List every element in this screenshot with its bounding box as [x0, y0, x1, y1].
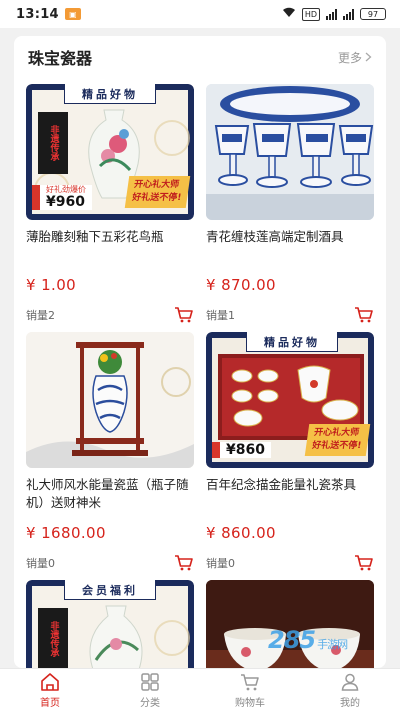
product-name[interactable]: 薄胎雕刻釉下五彩花鸟瓶	[26, 228, 194, 264]
product-image[interactable]: 精品好物 非遗传承 好礼劲爆价 ¥960 开心礼大师 好礼送不停!	[26, 84, 194, 220]
section-header: 珠宝瓷器 更多	[14, 36, 386, 78]
jewelry-porcelain-section: 珠宝瓷器 更多 精品好物 非遗传承 好礼劲爆价 ¥960 开心礼大师 好礼送不停…	[14, 36, 386, 668]
product-sales: 销量2	[26, 309, 55, 322]
category-icon	[141, 673, 159, 691]
nav-cart[interactable]: 购物车	[215, 671, 285, 709]
hd-badge: HD	[301, 7, 320, 21]
nav-category[interactable]: 分类	[115, 671, 185, 709]
product-sales: 销量0	[206, 557, 235, 570]
product-card[interactable]: 青花缠枝莲高端定制酒具 ¥ 870.00 销量1	[206, 84, 374, 324]
chevron-right-icon	[365, 52, 372, 62]
add-to-cart-icon[interactable]	[174, 554, 194, 572]
product-card[interactable]	[206, 580, 374, 668]
poster-price: 好礼劲爆价 ¥960	[32, 185, 92, 210]
poster-banner: 精品好物	[64, 84, 156, 104]
poster-slogan: 开心礼大师 好礼送不停!	[124, 176, 191, 208]
product-name[interactable]: 礼大师风水能量瓷蓝（瓶子随机）送财神米	[26, 476, 194, 512]
battery-indicator: 97	[360, 8, 386, 20]
home-icon	[41, 673, 59, 691]
product-grid: 精品好物 非遗传承 好礼劲爆价 ¥960 开心礼大师 好礼送不停! 薄胎雕刻釉下…	[14, 78, 386, 668]
nav-mine[interactable]: 我的	[315, 671, 385, 709]
product-name[interactable]: 青花缠枝莲高端定制酒具	[206, 228, 374, 264]
add-to-cart-icon[interactable]	[354, 554, 374, 572]
watermark-logo: 285 手游网	[268, 626, 348, 654]
product-image[interactable]: 精品好物 ¥860 开心礼大师 好礼送不停!	[206, 332, 374, 468]
tea-cups-illustration	[206, 580, 374, 668]
product-image[interactable]	[206, 580, 374, 668]
wifi-icon	[282, 7, 296, 22]
product-price: ¥ 860.00	[206, 524, 276, 542]
poster-banner: 会员福利	[64, 580, 156, 600]
signal-icon	[326, 8, 337, 20]
user-icon	[341, 673, 359, 691]
bottom-nav: 首页 分类 购物车 我的	[0, 668, 400, 711]
status-bar: 13:14 ▣ HD 97	[0, 0, 400, 28]
nav-home[interactable]: 首页	[15, 671, 85, 709]
section-title: 珠宝瓷器	[28, 49, 93, 68]
more-label: 更多	[337, 50, 362, 65]
product-image[interactable]: 会员福利 非遗传承	[26, 580, 194, 668]
product-sales: 销量0	[26, 557, 55, 570]
add-to-cart-icon[interactable]	[354, 306, 374, 324]
add-to-cart-icon[interactable]	[174, 306, 194, 324]
nav-label: 分类	[140, 698, 160, 709]
vase-illustration	[89, 605, 143, 668]
product-sales: 销量1	[206, 309, 235, 322]
cart-icon	[241, 674, 259, 691]
product-image[interactable]	[206, 84, 374, 220]
product-price: ¥ 1.00	[26, 276, 77, 294]
product-image[interactable]	[26, 332, 194, 468]
product-name[interactable]: 百年纪念描金能量礼瓷茶具	[206, 476, 374, 512]
stand-vase-illustration	[26, 332, 194, 468]
signal-icon-2	[343, 8, 354, 20]
nav-label: 我的	[340, 698, 360, 709]
poster-vertical-text: 非遗传承	[38, 608, 68, 668]
more-link[interactable]: 更多	[338, 49, 372, 66]
product-price: ¥ 870.00	[206, 276, 276, 294]
product-card[interactable]: 会员福利 非遗传承	[26, 580, 194, 668]
status-time: 13:14	[16, 6, 59, 22]
product-card[interactable]: 精品好物 非遗传承 好礼劲爆价 ¥960 开心礼大师 好礼送不停! 薄胎雕刻釉下…	[26, 84, 194, 324]
poster-vertical-text: 非遗传承	[38, 112, 68, 174]
cloud-ornament-icon	[154, 120, 190, 156]
product-card[interactable]: 礼大师风水能量瓷蓝（瓶子随机）送财神米 ¥ 1680.00 销量0	[26, 332, 194, 572]
poster-slogan: 开心礼大师 好礼送不停!	[304, 424, 371, 456]
wine-set-illustration	[206, 84, 374, 220]
nav-label: 首页	[40, 698, 60, 709]
poster-price: ¥860	[212, 442, 271, 458]
product-card[interactable]: 精品好物 ¥860 开心礼大师 好礼送不停! 百年纪念描金能量礼瓷茶具 ¥ 86…	[206, 332, 374, 572]
product-price: ¥ 1680.00	[26, 524, 106, 542]
nav-label: 购物车	[235, 698, 265, 709]
app-notification-icon: ▣	[64, 8, 81, 20]
cloud-ornament-icon	[154, 620, 190, 656]
poster-banner: 精品好物	[246, 332, 338, 352]
